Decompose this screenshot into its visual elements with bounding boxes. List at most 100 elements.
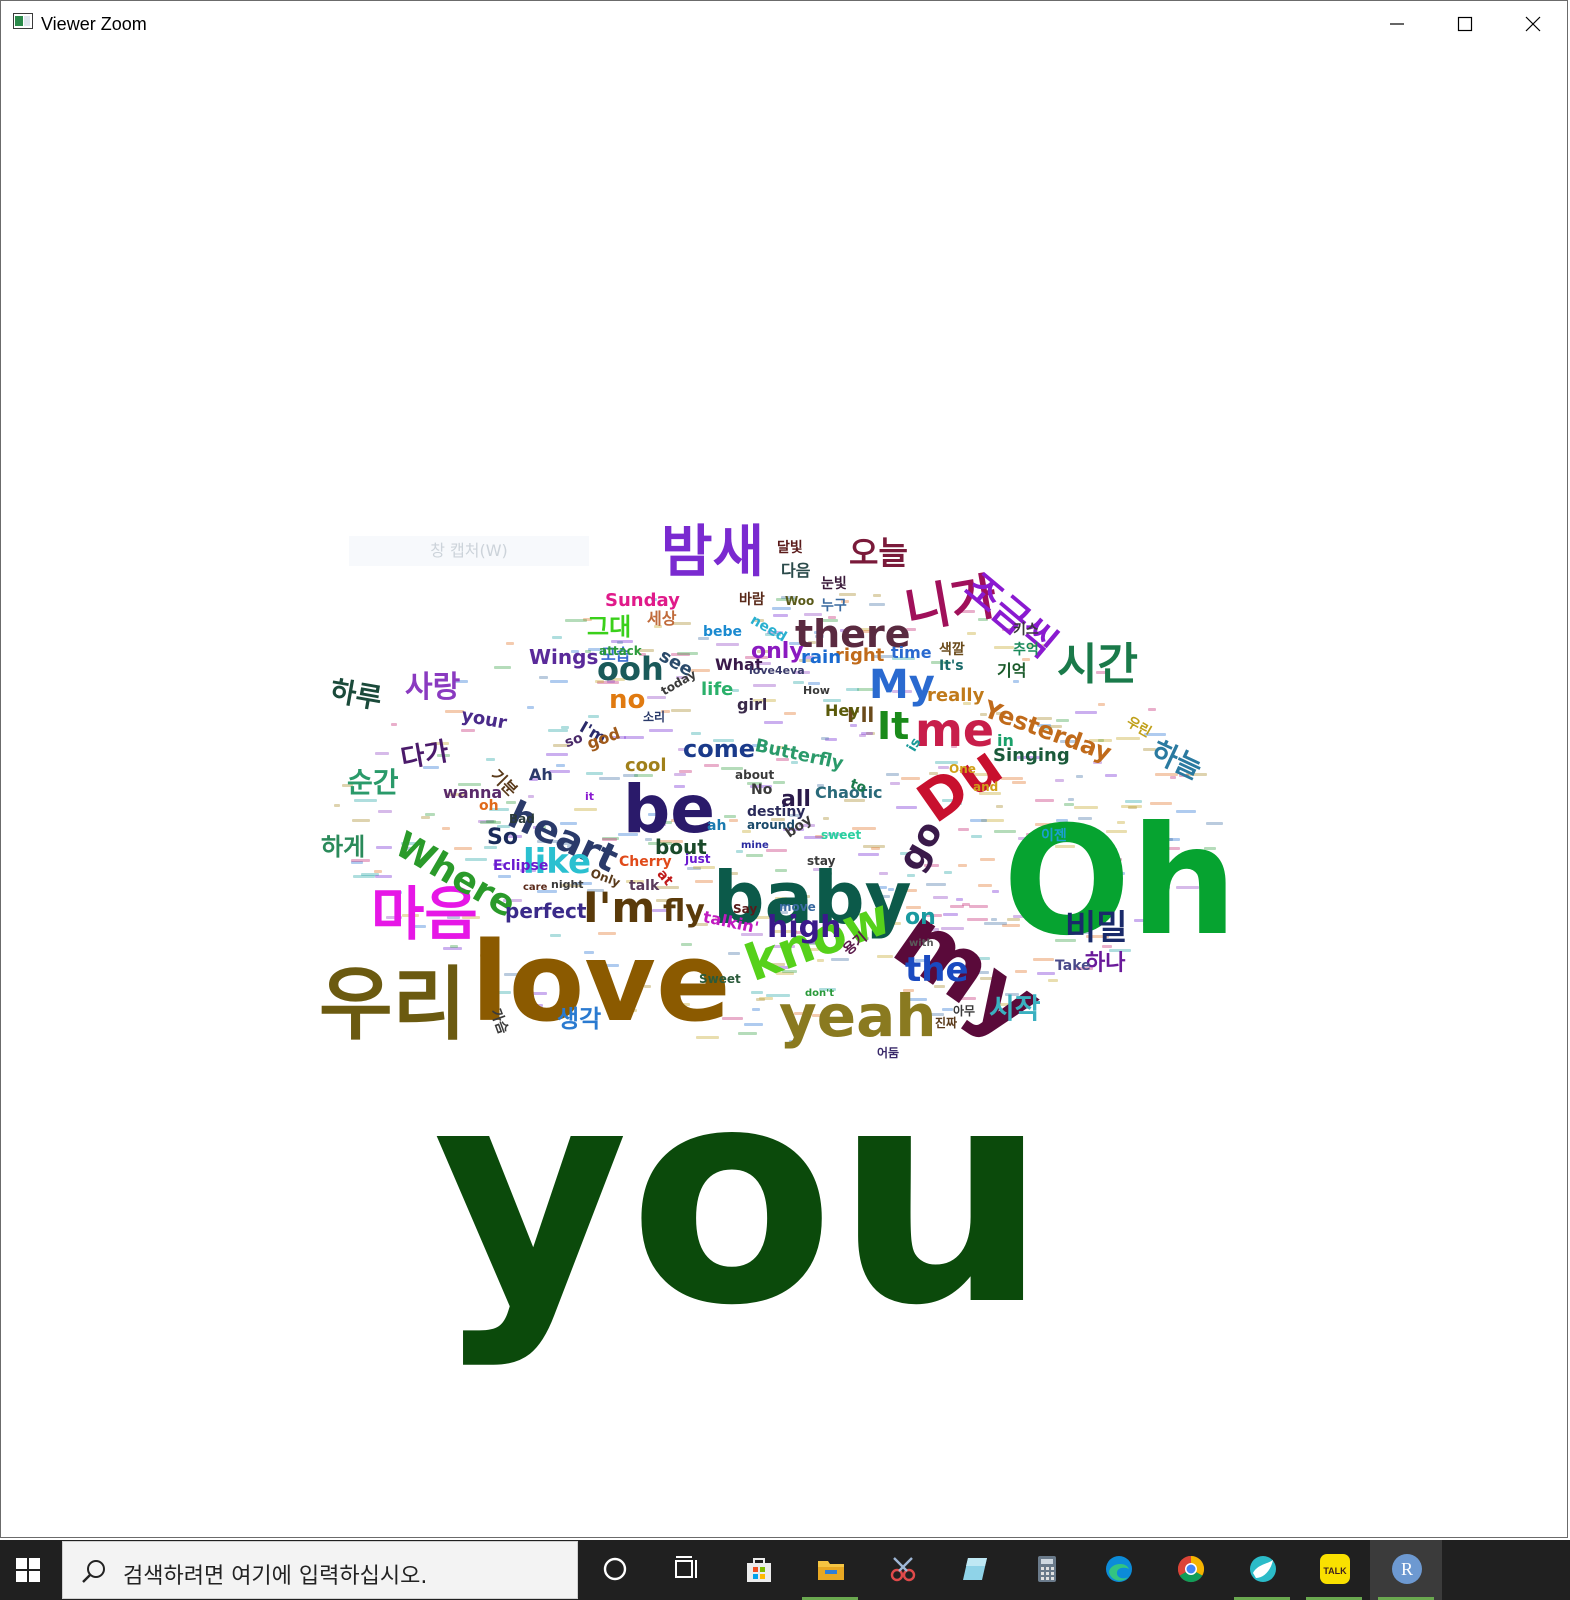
r-icon: R <box>1392 1554 1422 1584</box>
word-cloud-filler <box>859 734 866 737</box>
word-cloud-word: fly <box>663 894 705 929</box>
word-cloud-filler <box>539 676 548 679</box>
word-cloud-filler <box>376 846 392 849</box>
word-cloud-filler <box>548 729 568 732</box>
calculator-button[interactable] <box>1010 1540 1082 1600</box>
word-cloud-word: It's <box>939 658 964 674</box>
word-cloud-filler <box>890 782 900 785</box>
word-cloud-word: ah <box>707 818 727 834</box>
word-cloud-word: attack <box>599 644 642 658</box>
word-cloud-word: 누구 <box>821 598 847 614</box>
whale-browser-button[interactable] <box>1226 1540 1298 1600</box>
word-cloud-word: No <box>751 782 773 798</box>
word-cloud-word: stay <box>807 854 836 868</box>
word-cloud-word: Wings <box>529 645 599 669</box>
word-cloud-word: 우리 <box>319 958 467 1051</box>
word-cloud-filler <box>378 810 392 813</box>
word-cloud-word: don't <box>805 988 834 999</box>
minimize-button[interactable] <box>1363 1 1431 47</box>
word-cloud-filler <box>506 642 514 645</box>
word-cloud-word: time <box>891 643 932 662</box>
word-cloud-word: 하나 <box>1085 951 1126 976</box>
word-cloud-filler <box>871 847 880 850</box>
word-cloud-word: love4eva <box>749 664 805 677</box>
store-icon <box>747 1558 771 1582</box>
word-cloud-filler <box>980 858 995 861</box>
word-cloud-filler <box>886 773 899 776</box>
word-cloud-word: right <box>835 645 885 666</box>
word-cloud-word: Sweet <box>699 972 741 986</box>
edge-button[interactable] <box>1082 1540 1154 1600</box>
word-cloud-filler <box>671 709 691 712</box>
start-button[interactable] <box>0 1540 56 1600</box>
word-cloud-word: 달빛 <box>777 540 803 556</box>
word-cloud-filler <box>869 603 885 606</box>
snipping-tool-button[interactable] <box>866 1540 938 1600</box>
word-cloud-filler <box>978 884 992 887</box>
word-cloud-filler <box>494 666 511 669</box>
word-cloud-filler <box>991 918 997 921</box>
word-cloud-word: about <box>735 768 775 782</box>
word-cloud-word: be <box>623 771 716 848</box>
word-cloud-filler <box>753 684 776 687</box>
word-cloud-filler <box>773 614 788 617</box>
word-cloud-filler <box>480 821 501 824</box>
file-explorer-button[interactable] <box>794 1540 866 1600</box>
word-cloud-filler <box>352 819 370 822</box>
kakaotalk-button[interactable]: TALK <box>1298 1540 1370 1600</box>
word-cloud-word: really <box>927 685 985 706</box>
word-cloud-filler <box>353 875 375 878</box>
r-button[interactable]: R <box>1370 1540 1442 1600</box>
word-cloud-filler <box>649 729 673 732</box>
word-cloud-word: 추억 <box>1013 642 1039 658</box>
word-cloud-filler <box>839 593 856 596</box>
app-window-icon <box>13 13 33 29</box>
windows-logo-icon <box>16 1558 40 1582</box>
word-cloud-word: with <box>909 938 934 949</box>
word-cloud-filler <box>766 849 787 852</box>
minimize-icon <box>1390 23 1404 25</box>
store-button[interactable] <box>722 1540 794 1600</box>
word-cloud-filler <box>624 736 644 739</box>
close-button[interactable] <box>1499 1 1567 47</box>
maximize-button[interactable] <box>1431 1 1499 47</box>
whale-browser-icon <box>1250 1556 1276 1582</box>
word-cloud-word: 색깔 <box>939 642 965 658</box>
word-cloud-word: 시작 <box>989 992 1041 1025</box>
kakaotalk-icon: TALK <box>1320 1554 1350 1584</box>
word-cloud-filler <box>552 636 562 639</box>
task-view-button[interactable] <box>650 1540 722 1600</box>
word-cloud-filler <box>421 816 430 819</box>
word-cloud-filler <box>1055 779 1064 782</box>
word-cloud-filler <box>1105 774 1117 777</box>
search-placeholder: 검색하려면 여기에 입력하십시오. <box>123 1564 428 1589</box>
word-cloud-word: 다가 <box>398 736 451 775</box>
word-cloud-filler <box>873 594 881 597</box>
word-cloud-word: just <box>685 852 711 866</box>
word-cloud-filler <box>970 819 987 822</box>
title-bar[interactable]: Viewer Zoom <box>1 1 1567 47</box>
word-cloud-word: 비밀 <box>1065 908 1128 948</box>
word-cloud-filler <box>958 864 967 867</box>
word-cloud-word: oh <box>479 798 499 814</box>
word-cloud-filler <box>454 847 472 850</box>
word-cloud-word: night <box>551 878 584 891</box>
word-cloud-word: It <box>877 704 910 748</box>
word-cloud-word: care <box>523 882 548 893</box>
word-cloud-word: Ah <box>529 765 553 784</box>
word-cloud-word: Sunday <box>605 590 680 611</box>
word-cloud-word: come <box>683 735 755 763</box>
word-cloud-word: the <box>905 950 969 990</box>
word-cloud-word: 오늘 <box>849 534 908 572</box>
taskbar-search-box[interactable]: 검색하려면 여기에 입력하십시오. <box>62 1541 578 1599</box>
sticky-notes-button[interactable] <box>938 1540 1010 1600</box>
word-cloud-filler <box>461 729 475 732</box>
cortana-button[interactable] <box>578 1540 650 1600</box>
word-cloud-word: 소리 <box>643 710 666 724</box>
word-cloud-filler <box>565 619 587 622</box>
chrome-button[interactable] <box>1154 1540 1226 1600</box>
word-cloud-filler <box>695 880 713 883</box>
word-cloud-word: 하게 <box>321 833 366 861</box>
word-cloud-filler <box>374 870 382 873</box>
maximize-icon <box>1457 16 1473 32</box>
